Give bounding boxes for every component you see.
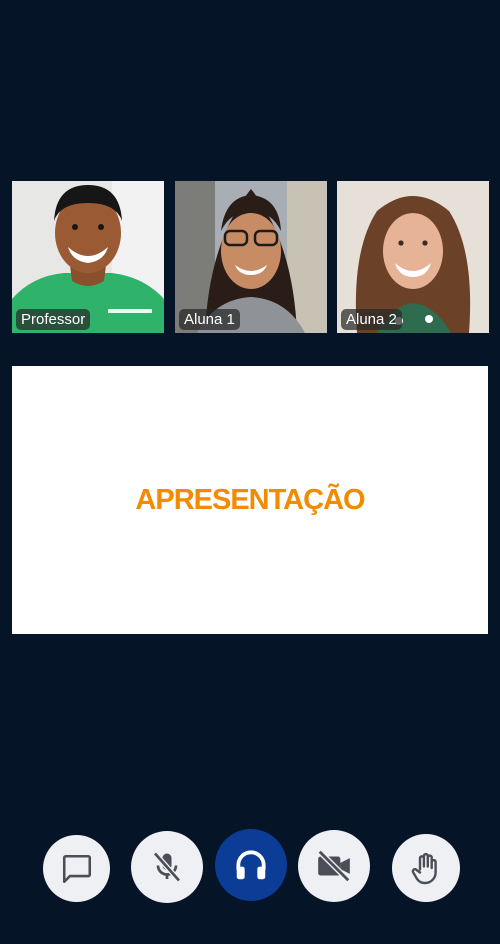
chat-button[interactable] bbox=[43, 835, 110, 902]
raise-hand-icon bbox=[411, 852, 437, 885]
chat-icon bbox=[62, 854, 91, 883]
participant-tile-aluna-2[interactable]: Aluna 2 bbox=[337, 181, 489, 333]
presentation-area[interactable]: APRESENTAÇÃO bbox=[12, 366, 488, 634]
headphones-icon bbox=[236, 850, 266, 880]
audio-toggle-button[interactable] bbox=[215, 829, 287, 901]
presentation-title: APRESENTAÇÃO bbox=[135, 483, 365, 516]
camera-toggle-button[interactable] bbox=[298, 830, 370, 902]
participant-tile-aluna-1[interactable]: Aluna 1 bbox=[175, 181, 327, 333]
mic-off-icon bbox=[152, 851, 182, 883]
participant-name-label: Aluna 1 bbox=[179, 309, 240, 330]
participant-tile-professor[interactable]: Professor bbox=[12, 181, 164, 333]
participant-name-label: Professor bbox=[16, 309, 91, 330]
participant-grid: Professor Aluna 1 Aluna 2 bbox=[12, 181, 489, 333]
video-call-screen: Professor Aluna 1 Aluna 2 APRESENTAÇÃO bbox=[0, 0, 500, 944]
raise-hand-button[interactable] bbox=[392, 834, 460, 902]
video-off-icon bbox=[317, 849, 351, 883]
call-controls-bar bbox=[0, 828, 500, 908]
participant-name-label: Aluna 2 bbox=[341, 309, 402, 330]
microphone-toggle-button[interactable] bbox=[131, 831, 203, 903]
